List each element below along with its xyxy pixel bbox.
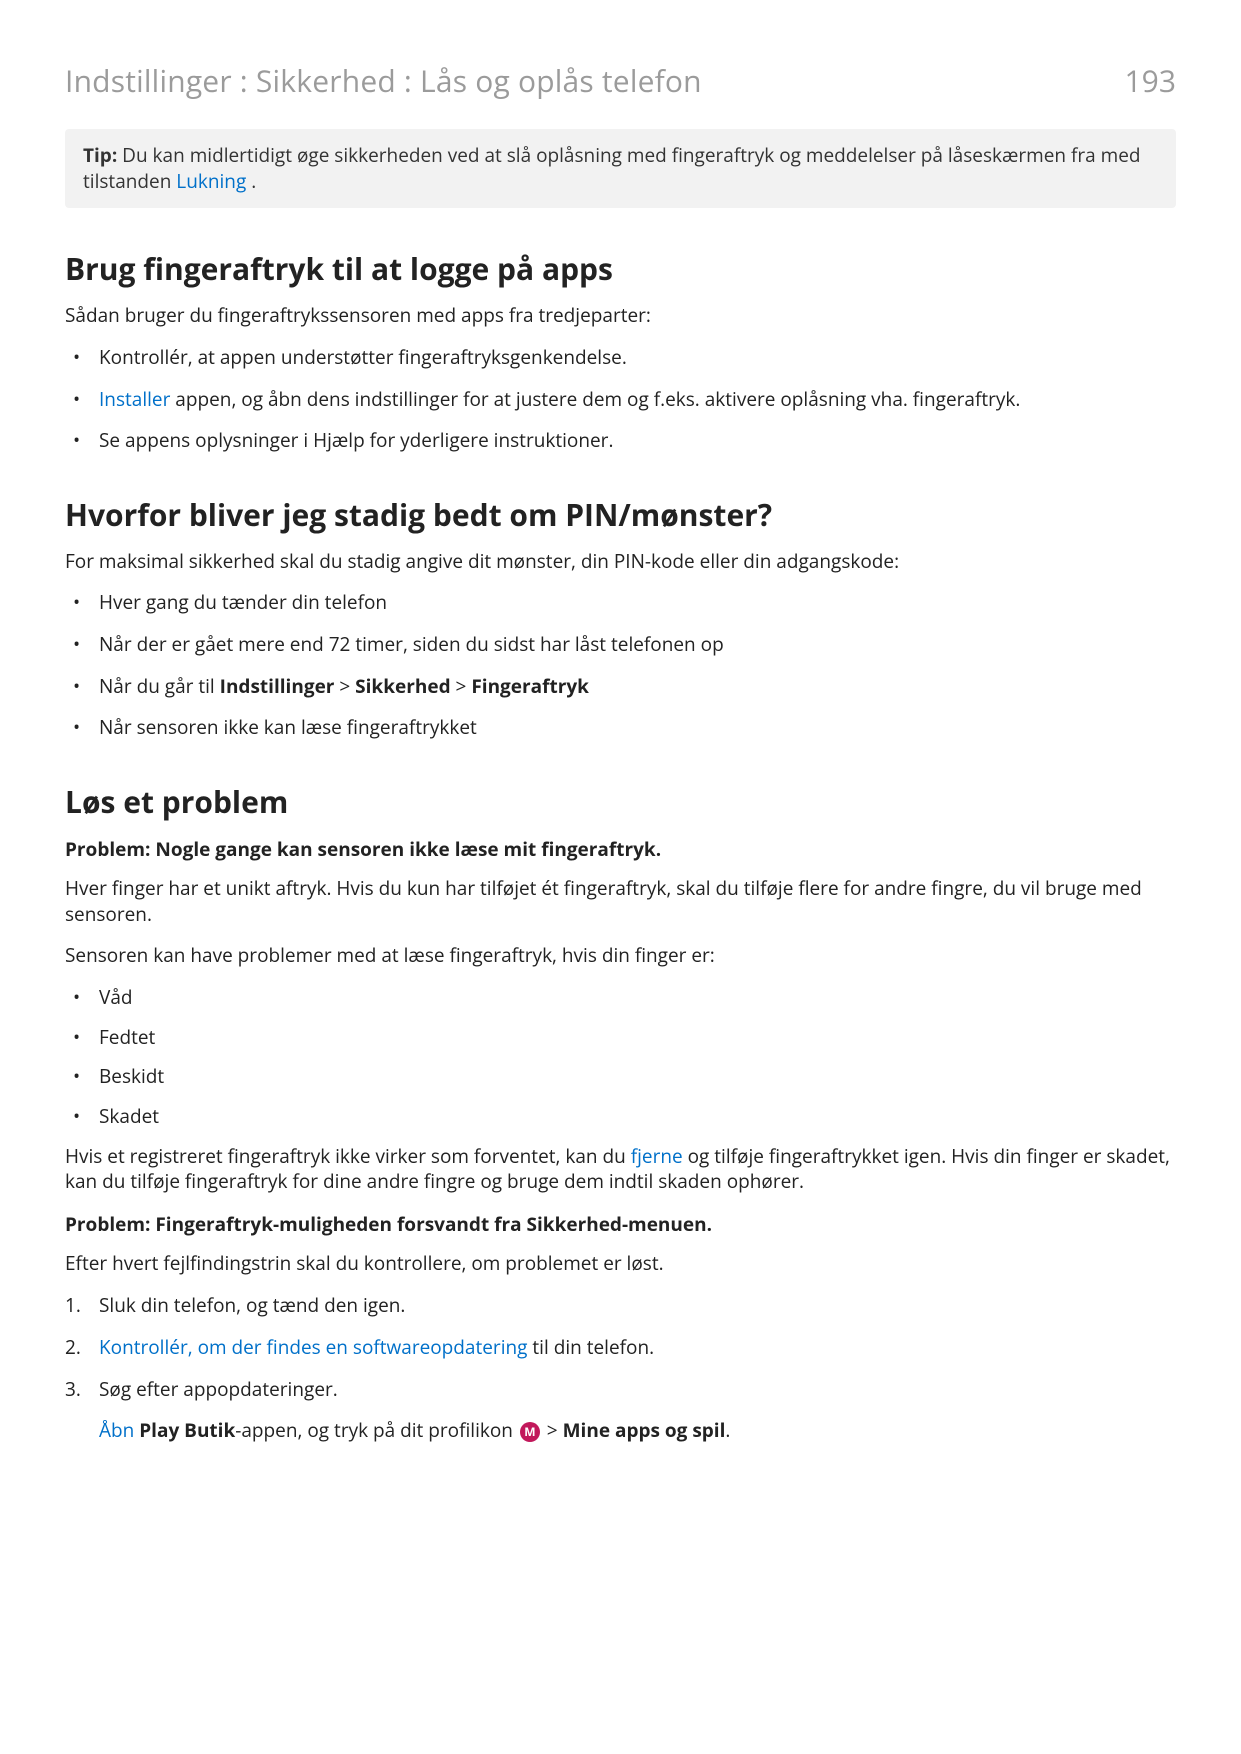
step-text: til din telefon. bbox=[527, 1334, 654, 1360]
list-item: Når du går til Indstillinger > Sikkerhed… bbox=[65, 674, 1176, 700]
list-item: Skadet bbox=[65, 1104, 1176, 1130]
section1-intro: Sådan bruger du fingeraftrykssensoren me… bbox=[65, 303, 1176, 329]
list-item: Når sensoren ikke kan læse fingeraftrykk… bbox=[65, 715, 1176, 741]
link-fjerne[interactable]: fjerne bbox=[631, 1143, 683, 1169]
tip-callout: Tip: Du kan midlertidigt øge sikkerheden… bbox=[65, 129, 1176, 208]
page-header: Indstillinger : Sikkerhed : Lås og oplås… bbox=[65, 60, 1176, 101]
section-heading-why-pin: Hvorfor bliver jeg stadig bedt om PIN/mø… bbox=[65, 494, 1176, 535]
section2-bullets: Hver gang du tænder din telefon Når der … bbox=[65, 590, 1176, 741]
breadcrumb: Indstillinger : Sikkerhed : Lås og oplås… bbox=[65, 60, 702, 101]
problem1-p2: Sensoren kan have problemer med at læse … bbox=[65, 943, 1176, 969]
step-extra-mid: -appen, og tryk på dit profilikon bbox=[235, 1417, 518, 1443]
step-item: Søg efter appopdateringer. Åbn Play Buti… bbox=[65, 1376, 1176, 1445]
p3-pre: Hvis et registreret fingeraftryk ikke vi… bbox=[65, 1143, 631, 1169]
link-software-update[interactable]: Kontrollér, om der findes en softwareopd… bbox=[99, 1334, 527, 1360]
my-apps-bold: Mine apps og spil bbox=[563, 1417, 726, 1443]
problem1-p1: Hver finger har et unikt aftryk. Hvis du… bbox=[65, 876, 1176, 927]
finger-state-bullets: Våd Fedtet Beskidt Skadet bbox=[65, 985, 1176, 1130]
problem2-intro: Efter hvert fejlfindingstrin skal du kon… bbox=[65, 1251, 1176, 1277]
step-extra: Åbn Play Butik-appen, og tryk på dit pro… bbox=[99, 1417, 1176, 1445]
list-item: Installer appen, og åbn dens indstilling… bbox=[65, 387, 1176, 413]
list-item: Våd bbox=[65, 985, 1176, 1011]
tip-label: Tip: bbox=[83, 142, 117, 168]
step-item: Sluk din telefon, og tænd den igen. bbox=[65, 1292, 1176, 1320]
tip-link-lukning[interactable]: Lukning bbox=[176, 168, 246, 194]
tip-text-end: . bbox=[246, 168, 256, 194]
document-page: Indstillinger : Sikkerhed : Lås og oplås… bbox=[0, 0, 1241, 1754]
step-item: Kontrollér, om der findes en softwareopd… bbox=[65, 1334, 1176, 1362]
path-security: Sikkerhed bbox=[355, 673, 450, 699]
list-item: Beskidt bbox=[65, 1064, 1176, 1090]
link-open[interactable]: Åbn bbox=[99, 1417, 134, 1443]
section-heading-solve-problem: Løs et problem bbox=[65, 781, 1176, 822]
play-store-bold: Play Butik bbox=[134, 1417, 235, 1443]
troubleshoot-steps: Sluk din telefon, og tænd den igen. Kont… bbox=[65, 1292, 1176, 1444]
gt-sep: > bbox=[542, 1417, 563, 1443]
problem2-heading: Problem: Fingeraftryk-muligheden forsvan… bbox=[65, 1211, 1176, 1237]
path-fingerprint: Fingeraftryk bbox=[471, 673, 589, 699]
section2-intro: For maksimal sikkerhed skal du stadig an… bbox=[65, 549, 1176, 575]
list-item: Kontrollér, at appen understøtter finger… bbox=[65, 345, 1176, 371]
section-heading-fingerprint-apps: Brug fingeraftryk til at logge på apps bbox=[65, 248, 1176, 289]
section1-bullets: Kontrollér, at appen understøtter finger… bbox=[65, 345, 1176, 454]
path-settings: Indstillinger bbox=[220, 673, 335, 699]
list-item: Fedtet bbox=[65, 1025, 1176, 1051]
list-item: Se appens oplysninger i Hjælp for yderli… bbox=[65, 428, 1176, 454]
list-item-text: appen, og åbn dens indstillinger for at … bbox=[170, 386, 1020, 412]
gt-sep: > bbox=[451, 673, 472, 699]
step-main: Søg efter appopdateringer. bbox=[99, 1376, 338, 1402]
list-item: Når der er gået mere end 72 timer, siden… bbox=[65, 632, 1176, 658]
problem1-heading: Problem: Nogle gange kan sensoren ikke l… bbox=[65, 836, 1176, 862]
list-item-text: Når du går til bbox=[99, 673, 220, 699]
step-extra-end: . bbox=[725, 1417, 730, 1443]
profile-icon: M bbox=[520, 1422, 540, 1442]
page-number: 193 bbox=[1125, 60, 1176, 101]
gt-sep: > bbox=[334, 673, 355, 699]
problem1-p3: Hvis et registreret fingeraftryk ikke vi… bbox=[65, 1144, 1176, 1195]
list-item: Hver gang du tænder din telefon bbox=[65, 590, 1176, 616]
link-installer[interactable]: Installer bbox=[99, 386, 170, 412]
